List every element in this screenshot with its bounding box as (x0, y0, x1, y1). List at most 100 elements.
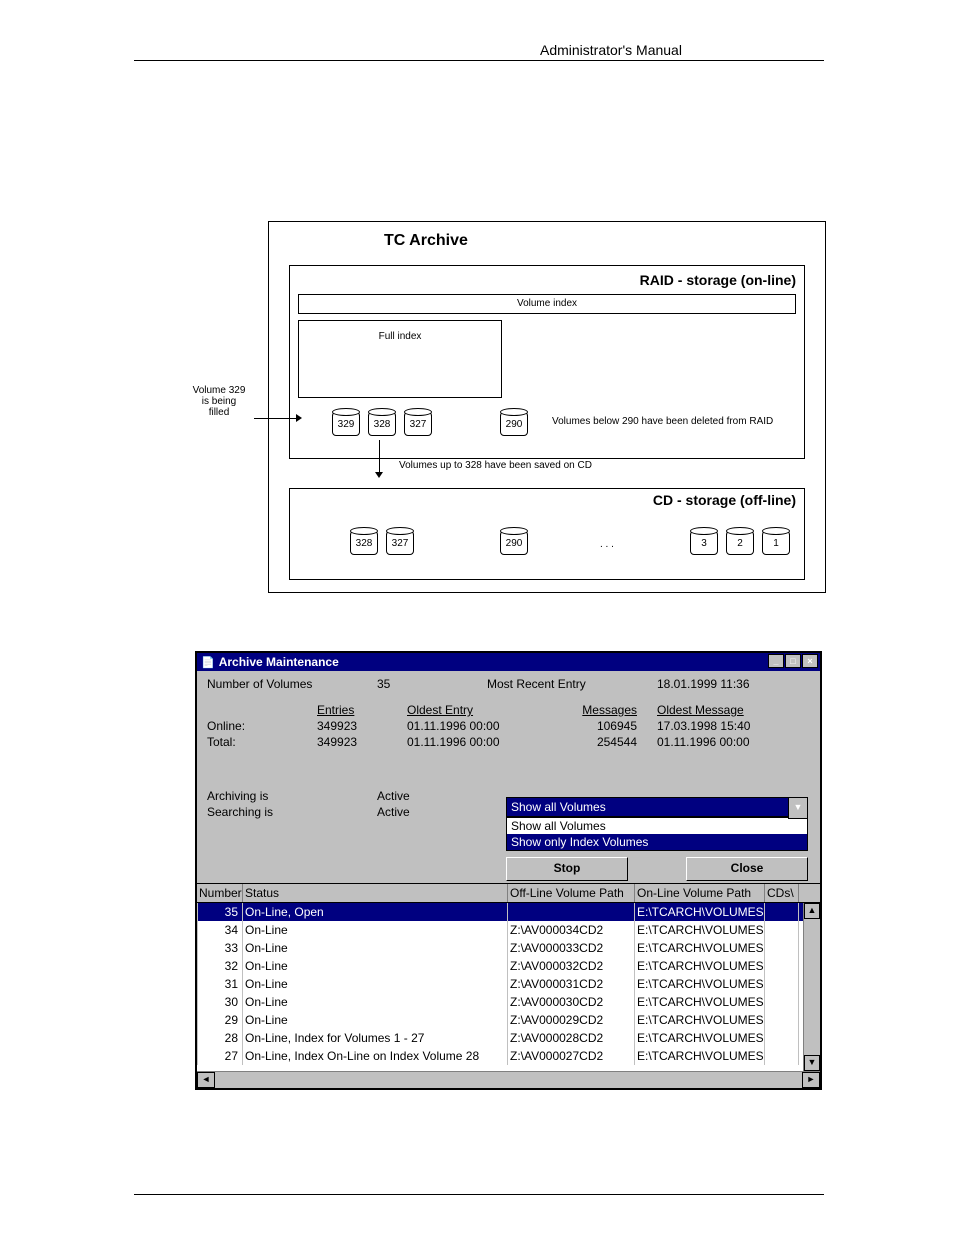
table-row[interactable]: 31On-LineZ:\AV000031CD2E:\TCARCH\VOLUMES (197, 975, 820, 993)
dropdown-option[interactable]: Show all Volumes (507, 818, 807, 834)
cd-dots: . . . (600, 539, 614, 550)
volumes-grid: Number Status Off-Line Volume Path On-Li… (197, 883, 820, 1088)
raid-deleted-note: Volumes below 290 have been deleted from… (552, 416, 773, 427)
cell-offline: Z:\AV000027CD2 (508, 1047, 635, 1065)
total-oldest-entry: 01.11.1996 00:00 (407, 735, 557, 749)
dropdown-selected[interactable]: Show all Volumes ▼ (506, 797, 808, 817)
footer-rule (134, 1194, 824, 1195)
cell-number: 31 (197, 975, 243, 993)
arrow-down-line (379, 440, 380, 474)
scroll-up-icon[interactable]: ▲ (804, 903, 820, 919)
grid-header: Number Status Off-Line Volume Path On-Li… (197, 884, 820, 903)
cell-offline (508, 903, 635, 921)
archive-maintenance-dialog: 📄 Archive Maintenance _ □ × Number of Vo… (195, 651, 822, 1090)
col-offline-path[interactable]: Off-Line Volume Path (508, 884, 635, 902)
volume-cyl: 290 (500, 410, 528, 436)
cell-number: 35 (197, 903, 243, 921)
close-dialog-button[interactable]: Close (686, 857, 808, 881)
cell-status: On-Line (243, 993, 508, 1011)
cell-number: 34 (197, 921, 243, 939)
cell-status: On-Line (243, 975, 508, 993)
table-row[interactable]: 29On-LineZ:\AV000029CD2E:\TCARCH\VOLUMES (197, 1011, 820, 1029)
cell-status: On-Line (243, 957, 508, 975)
searching-label: Searching is (207, 805, 377, 819)
cell-online: E:\TCARCH\VOLUMES (635, 1029, 765, 1047)
archiving-label: Archiving is (207, 789, 377, 803)
maximize-button[interactable]: □ (785, 654, 801, 668)
oldest-message-header: Oldest Message (657, 703, 744, 717)
header-rule (134, 60, 824, 61)
table-row[interactable]: 33On-LineZ:\AV000033CD2E:\TCARCH\VOLUMES (197, 939, 820, 957)
volume-index-box: Volume index (298, 294, 796, 314)
volume-cyl: 3 (690, 529, 718, 555)
online-label: Online: (207, 719, 317, 733)
cell-offline: Z:\AV000034CD2 (508, 921, 635, 939)
scroll-right-icon[interactable]: ► (802, 1072, 820, 1088)
searching-value: Active (377, 805, 410, 819)
volume-cyl: 290 (500, 529, 528, 555)
cell-number: 33 (197, 939, 243, 957)
cell-number: 28 (197, 1029, 243, 1047)
total-oldest-message: 01.11.1996 00:00 (657, 735, 750, 749)
tc-archive-diagram: TC Archive RAID - storage (on-line) Volu… (268, 221, 826, 593)
cell-online: E:\TCARCH\VOLUMES (635, 921, 765, 939)
dropdown-selected-text: Show all Volumes (511, 800, 606, 814)
table-row[interactable]: 28On-Line, Index for Volumes 1 - 27Z:\AV… (197, 1029, 820, 1047)
cell-status: On-Line (243, 921, 508, 939)
volume-cyl: 328 (368, 410, 396, 436)
num-volumes-value: 35 (377, 677, 487, 691)
cell-number: 29 (197, 1011, 243, 1029)
diagram-title: TC Archive (384, 232, 468, 250)
minimize-button[interactable]: _ (768, 654, 784, 668)
col-cds[interactable]: CDs\ (765, 884, 799, 902)
table-row[interactable]: 35On-Line, OpenE:\TCARCH\VOLUMES (197, 903, 820, 921)
dialog-title: Archive Maintenance (219, 655, 339, 669)
cell-cds (765, 975, 799, 993)
page-header: Administrator's Manual (540, 42, 682, 58)
stop-button[interactable]: Stop (506, 857, 628, 881)
vertical-scrollbar[interactable]: ▲ ▼ (803, 903, 820, 1071)
horizontal-scrollbar[interactable]: ◄ ► (197, 1071, 820, 1088)
dropdown-option[interactable]: Show only Index Volumes (507, 834, 807, 850)
arrow-head-down (375, 472, 383, 478)
cell-offline: Z:\AV000033CD2 (508, 939, 635, 957)
cell-cds (765, 939, 799, 957)
online-oldest-entry: 01.11.1996 00:00 (407, 719, 557, 733)
grid-body: 35On-Line, OpenE:\TCARCH\VOLUMES34On-Lin… (197, 903, 820, 1071)
col-status[interactable]: Status (243, 884, 508, 902)
online-oldest-message: 17.03.1998 15:40 (657, 719, 750, 733)
table-row[interactable]: 30On-LineZ:\AV000030CD2E:\TCARCH\VOLUMES (197, 993, 820, 1011)
online-entries: 349923 (317, 719, 407, 733)
cell-online: E:\TCARCH\VOLUMES (635, 1011, 765, 1029)
cell-number: 30 (197, 993, 243, 1011)
total-entries: 349923 (317, 735, 407, 749)
cell-offline: Z:\AV000032CD2 (508, 957, 635, 975)
cell-status: On-Line (243, 939, 508, 957)
cell-cds (765, 921, 799, 939)
cell-status: On-Line, Index On-Line on Index Volume 2… (243, 1047, 508, 1065)
scroll-down-icon[interactable]: ▼ (804, 1055, 820, 1071)
total-messages: 254544 (557, 735, 657, 749)
cell-cds (765, 903, 799, 921)
cell-number: 32 (197, 957, 243, 975)
table-row[interactable]: 32On-LineZ:\AV000032CD2E:\TCARCH\VOLUMES (197, 957, 820, 975)
dropdown-list: Show all Volumes Show only Index Volumes (506, 817, 808, 851)
volume-cyl: 1 (762, 529, 790, 555)
col-online-path[interactable]: On-Line Volume Path (635, 884, 765, 902)
cell-cds (765, 1029, 799, 1047)
cell-online: E:\TCARCH\VOLUMES (635, 975, 765, 993)
cell-status: On-Line (243, 1011, 508, 1029)
dropdown-arrow-icon[interactable]: ▼ (788, 797, 808, 819)
titlebar[interactable]: 📄 Archive Maintenance _ □ × (197, 653, 820, 671)
table-row[interactable]: 27On-Line, Index On-Line on Index Volume… (197, 1047, 820, 1065)
col-number[interactable]: Number (197, 884, 243, 902)
scroll-left-icon[interactable]: ◄ (197, 1072, 215, 1088)
cell-offline: Z:\AV000028CD2 (508, 1029, 635, 1047)
entries-header: Entries (317, 703, 407, 717)
cell-online: E:\TCARCH\VOLUMES (635, 939, 765, 957)
volume-filling-note: Volume 329is beingfilled (184, 385, 254, 418)
volume-filter-dropdown[interactable]: Show all Volumes ▼ Show all Volumes Show… (506, 797, 808, 851)
table-row[interactable]: 34On-LineZ:\AV000034CD2E:\TCARCH\VOLUMES (197, 921, 820, 939)
close-button[interactable]: × (802, 654, 818, 668)
raid-storage-box: RAID - storage (on-line) Volume index Fu… (289, 265, 805, 459)
